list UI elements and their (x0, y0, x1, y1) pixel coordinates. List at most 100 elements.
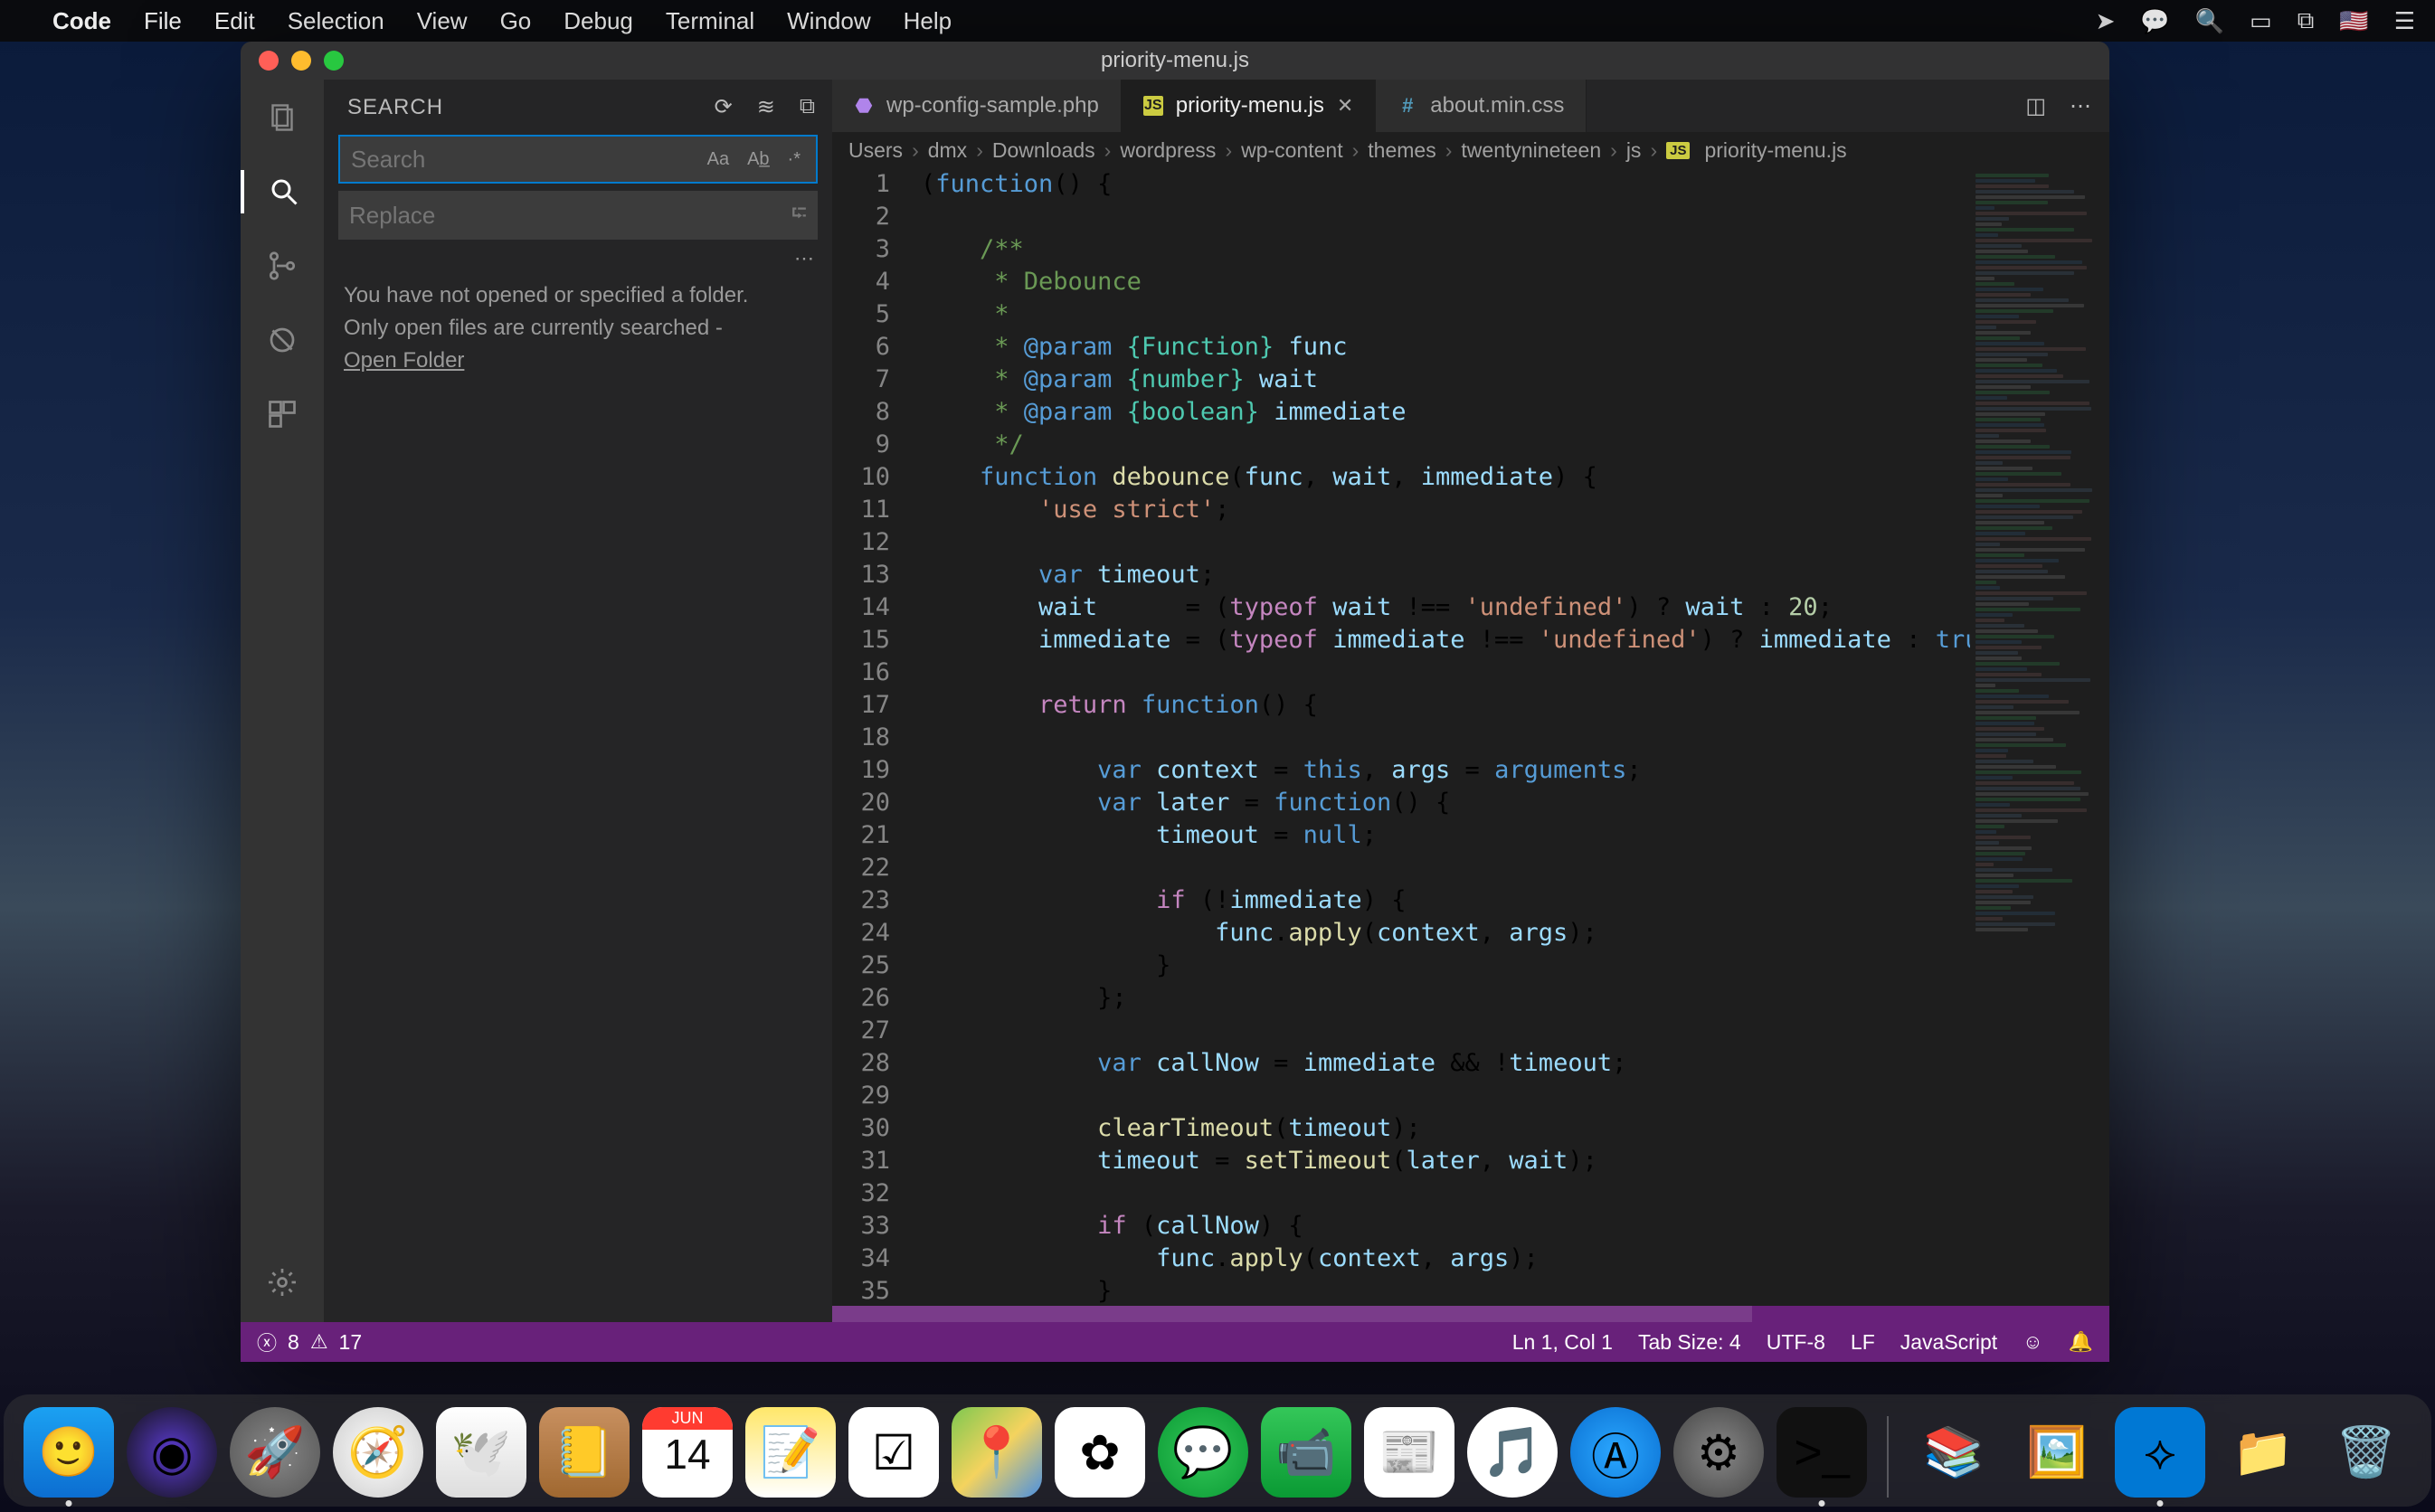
dock-app-trash[interactable]: 🗑️ (2321, 1407, 2411, 1498)
menu-debug[interactable]: Debug (564, 7, 633, 35)
settings-gear-icon[interactable] (261, 1261, 304, 1304)
toggle-search-details-icon[interactable]: ⋯ (794, 247, 814, 270)
errors-count[interactable]: 8 (288, 1330, 299, 1355)
close-tab-icon[interactable]: ✕ (1337, 94, 1353, 118)
use-regex-toggle[interactable]: ·* (783, 146, 805, 173)
sidebar-title: SEARCH (347, 95, 443, 120)
menu-view[interactable]: View (417, 7, 468, 35)
search-sidebar: SEARCH ⟳ ≋ ⧉ Aa Ab̲ ·* ⮓ ⋯ (324, 80, 832, 1322)
open-folder-link[interactable]: Open Folder (344, 348, 464, 373)
menu-go[interactable]: Go (500, 7, 532, 35)
macos-dock: 🙂◉🚀🧭🕊️📒JUN14📝☑︎📍✿💬📹📰🎵Ⓐ⚙︎>_ 📚🖼️⟡📁🗑️ (4, 1394, 2431, 1507)
js-file-icon: JS (1143, 96, 1163, 116)
dock-app-reminders[interactable]: ☑︎ (848, 1407, 939, 1498)
input-flag-icon[interactable]: 🇺🇸 (2339, 7, 2368, 35)
dock-app-vscode[interactable]: ⟡ (2115, 1407, 2205, 1498)
battery-icon[interactable]: ▭ (2250, 7, 2272, 35)
minimap[interactable] (1970, 168, 2109, 1306)
close-window-button[interactable] (259, 51, 279, 71)
status-encoding[interactable]: UTF-8 (1767, 1330, 1825, 1355)
tab-priority-menu[interactable]: JS priority-menu.js ✕ (1122, 80, 1376, 132)
refresh-icon[interactable]: ⟳ (715, 94, 734, 120)
menu-terminal[interactable]: Terminal (666, 7, 754, 35)
split-editor-icon[interactable]: ◫ (2025, 93, 2046, 119)
dock-app-maps[interactable]: 📍 (952, 1407, 1042, 1498)
dock-app-messages[interactable]: 💬 (1158, 1407, 1248, 1498)
menu-window[interactable]: Window (787, 7, 870, 35)
status-ln-col[interactable]: Ln 1, Col 1 (1512, 1330, 1613, 1355)
dock-app-safari[interactable]: 🧭 (333, 1407, 423, 1498)
menu-edit[interactable]: Edit (214, 7, 255, 35)
minimize-window-button[interactable] (291, 51, 311, 71)
code-content[interactable]: (function() { /** * Debounce * * @param … (910, 168, 1970, 1306)
errors-icon[interactable]: ⓧ (257, 1328, 277, 1356)
vscode-window: priority-menu.js SEARCH ⟳ ≋ ⧉ (241, 42, 2109, 1362)
dock-app-calendar[interactable]: JUN14 (642, 1407, 733, 1498)
tab-wp-config[interactable]: ⬣ wp-config-sample.php (832, 80, 1122, 132)
macos-menubar: Code File Edit Selection View Go Debug T… (0, 0, 2435, 42)
extensions-icon[interactable] (261, 392, 304, 436)
replace-input-wrapper: ⮓ (338, 191, 818, 240)
status-bar: ⓧ 8 ⚠ 17 Ln 1, Col 1 Tab Size: 4 UTF-8 L… (241, 1322, 2109, 1362)
search-input-wrapper: Aa Ab̲ ·* (338, 135, 818, 184)
window-title: priority-menu.js (1101, 48, 1249, 73)
dock-app-facetime[interactable]: 📹 (1261, 1407, 1351, 1498)
tab-about-css[interactable]: # about.min.css (1376, 80, 1587, 132)
dock-app-contacts[interactable]: 📒 (539, 1407, 630, 1498)
dock-app-photos[interactable]: ✿ (1055, 1407, 1145, 1498)
zoom-window-button[interactable] (324, 51, 344, 71)
search-icon[interactable] (241, 170, 324, 213)
spotlight-icon[interactable]: 🔍 (2195, 7, 2224, 35)
notifications-icon[interactable]: 💬 (2140, 7, 2169, 35)
dock-app-itunes[interactable]: 🎵 (1467, 1407, 1558, 1498)
js-file-icon: JS (1666, 142, 1690, 159)
match-case-toggle[interactable]: Aa (703, 146, 734, 173)
status-language[interactable]: JavaScript (1900, 1330, 1997, 1355)
displays-icon[interactable]: ⧉ (2298, 6, 2315, 35)
status-tab-size[interactable]: Tab Size: 4 (1638, 1330, 1741, 1355)
dock-app-launchpad[interactable]: 🚀 (230, 1407, 320, 1498)
match-whole-word-toggle[interactable]: Ab̲ (743, 146, 773, 173)
feedback-icon[interactable]: ☺ (2023, 1330, 2042, 1354)
php-file-icon: ⬣ (854, 96, 874, 116)
status-cursor-icon[interactable]: ➤ (2096, 7, 2116, 35)
app-menu[interactable]: Code (52, 7, 111, 35)
tab-label: wp-config-sample.php (886, 93, 1099, 118)
horizontal-scrollbar[interactable] (832, 1306, 2109, 1322)
replace-all-icon[interactable]: ⮓ (791, 198, 818, 232)
breadcrumbs[interactable]: Users› dmx› Downloads› wordpress› wp-con… (832, 132, 2109, 168)
menu-file[interactable]: File (144, 7, 182, 35)
dock-app-terminal[interactable]: >_ (1777, 1407, 1867, 1498)
bell-icon[interactable]: 🔔 (2069, 1330, 2093, 1354)
explorer-icon[interactable] (261, 96, 304, 139)
dock-app-preferences[interactable]: ⚙︎ (1673, 1407, 1764, 1498)
replace-input[interactable] (338, 202, 791, 230)
debug-icon[interactable] (261, 318, 304, 362)
warnings-count[interactable]: 17 (339, 1330, 363, 1355)
dock-app-books[interactable]: 📚 (1909, 1407, 1999, 1498)
warnings-icon[interactable]: ⚠ (310, 1330, 328, 1354)
tab-label: priority-menu.js (1176, 93, 1324, 118)
control-center-icon[interactable]: ☰ (2394, 7, 2415, 35)
dock-app-appstore[interactable]: Ⓐ (1570, 1407, 1661, 1498)
dock-app-downloads[interactable]: 📁 (2218, 1407, 2308, 1498)
dock-app-desktop[interactable]: 🖼️ (2012, 1407, 2102, 1498)
css-file-icon: # (1398, 96, 1417, 116)
dock-app-siri[interactable]: ◉ (127, 1407, 217, 1498)
menu-help[interactable]: Help (904, 7, 952, 35)
dock-app-finder[interactable]: 🙂 (24, 1407, 114, 1498)
status-eol[interactable]: LF (1851, 1330, 1875, 1355)
collapse-results-icon[interactable]: ⧉ (800, 94, 816, 120)
more-actions-icon[interactable]: ⋯ (2070, 93, 2091, 119)
source-control-icon[interactable] (261, 244, 304, 288)
search-hint: You have not opened or specified a folde… (324, 270, 832, 386)
search-input[interactable] (340, 146, 703, 174)
dock-app-notes[interactable]: 📝 (745, 1407, 836, 1498)
window-titlebar[interactable]: priority-menu.js (241, 42, 2109, 80)
dock-app-mail[interactable]: 🕊️ (436, 1407, 526, 1498)
menu-selection[interactable]: Selection (288, 7, 384, 35)
code-editor[interactable]: 1234567891011121314151617181920212223242… (832, 168, 1970, 1306)
clear-search-icon[interactable]: ≋ (757, 94, 776, 120)
dock-separator (1887, 1416, 1889, 1498)
dock-app-news[interactable]: 📰 (1364, 1407, 1454, 1498)
